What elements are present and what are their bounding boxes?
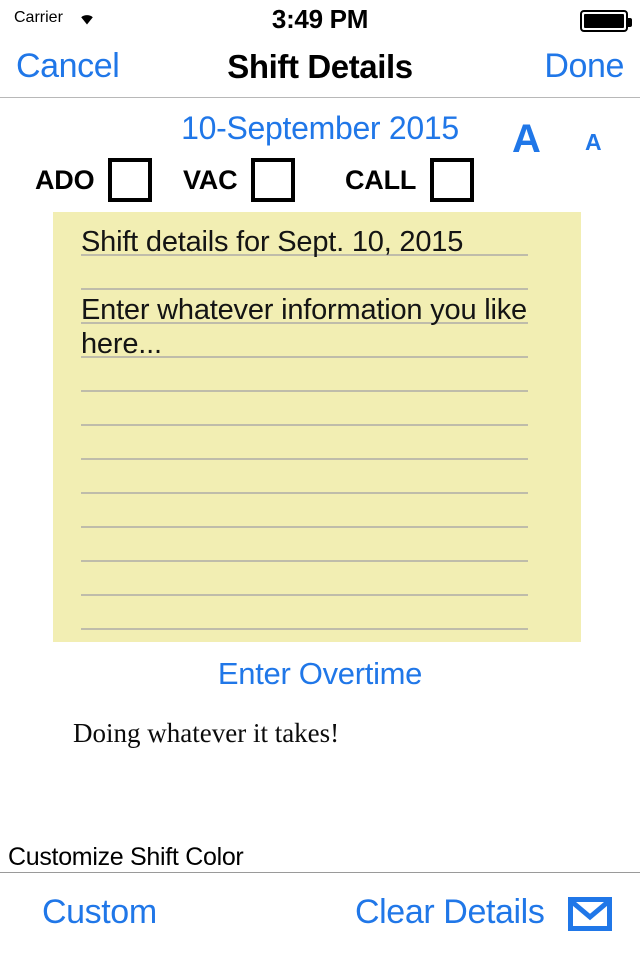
notepad-line — [81, 395, 543, 429]
notepad-line — [81, 361, 543, 395]
notepad-line — [81, 531, 543, 565]
envelope-icon[interactable] — [568, 897, 612, 936]
font-size-increase-button[interactable]: A — [512, 119, 541, 159]
nav-separator — [0, 97, 640, 98]
notepad-line — [81, 565, 543, 599]
notepad-line — [81, 429, 543, 463]
navigation-bar: Cancel Shift Details Done — [0, 40, 640, 97]
checkbox-group-vac: VAC — [183, 158, 296, 202]
notepad-text-content: Shift details for Sept. 10, 2015 Enter w… — [81, 225, 543, 633]
checkbox-call[interactable] — [430, 158, 475, 202]
customize-shift-color-label: Customize Shift Color — [8, 843, 244, 871]
shift-notes-textarea[interactable]: Shift details for Sept. 10, 2015 Enter w… — [53, 212, 581, 642]
checkbox-label-call: CALL — [345, 164, 417, 195]
notepad-line — [81, 463, 543, 497]
overtime-note-text: Doing whatever it takes! — [73, 718, 340, 748]
battery-full-icon — [580, 10, 632, 32]
notepad-line: here... — [81, 328, 162, 360]
status-time: 3:49 PM — [271, 4, 369, 34]
checkbox-group-ado: ADO — [35, 158, 153, 202]
checkbox-group-call: CALL — [345, 158, 475, 202]
done-button[interactable]: Done — [544, 47, 624, 86]
custom-color-button[interactable]: Custom — [42, 893, 157, 932]
enter-overtime-button[interactable]: Enter Overtime — [0, 656, 640, 692]
shift-details-screen: Carrier 3:49 PM Cancel Shift Details Don… — [0, 0, 640, 960]
checkbox-label-vac: VAC — [183, 164, 238, 195]
shift-date-label[interactable]: 10-September 2015 — [0, 110, 640, 147]
status-bar: Carrier 3:49 PM — [0, 0, 640, 40]
notepad-line: Shift details for Sept. 10, 2015 — [81, 226, 464, 258]
checkbox-vac[interactable] — [251, 158, 296, 202]
notepad-line: Enter whatever information you like — [81, 294, 527, 326]
notepad-line — [81, 599, 543, 633]
notepad-line — [81, 497, 543, 531]
checkbox-label-ado: ADO — [35, 164, 95, 195]
shift-type-checkbox-row: ADO VAC CALL — [0, 158, 640, 206]
clear-details-button[interactable]: Clear Details — [355, 893, 545, 932]
checkbox-ado[interactable] — [108, 158, 153, 202]
bottom-toolbar: Custom Clear Details — [0, 873, 640, 960]
notepad-line — [81, 259, 543, 293]
font-size-decrease-button[interactable]: A — [585, 131, 602, 154]
